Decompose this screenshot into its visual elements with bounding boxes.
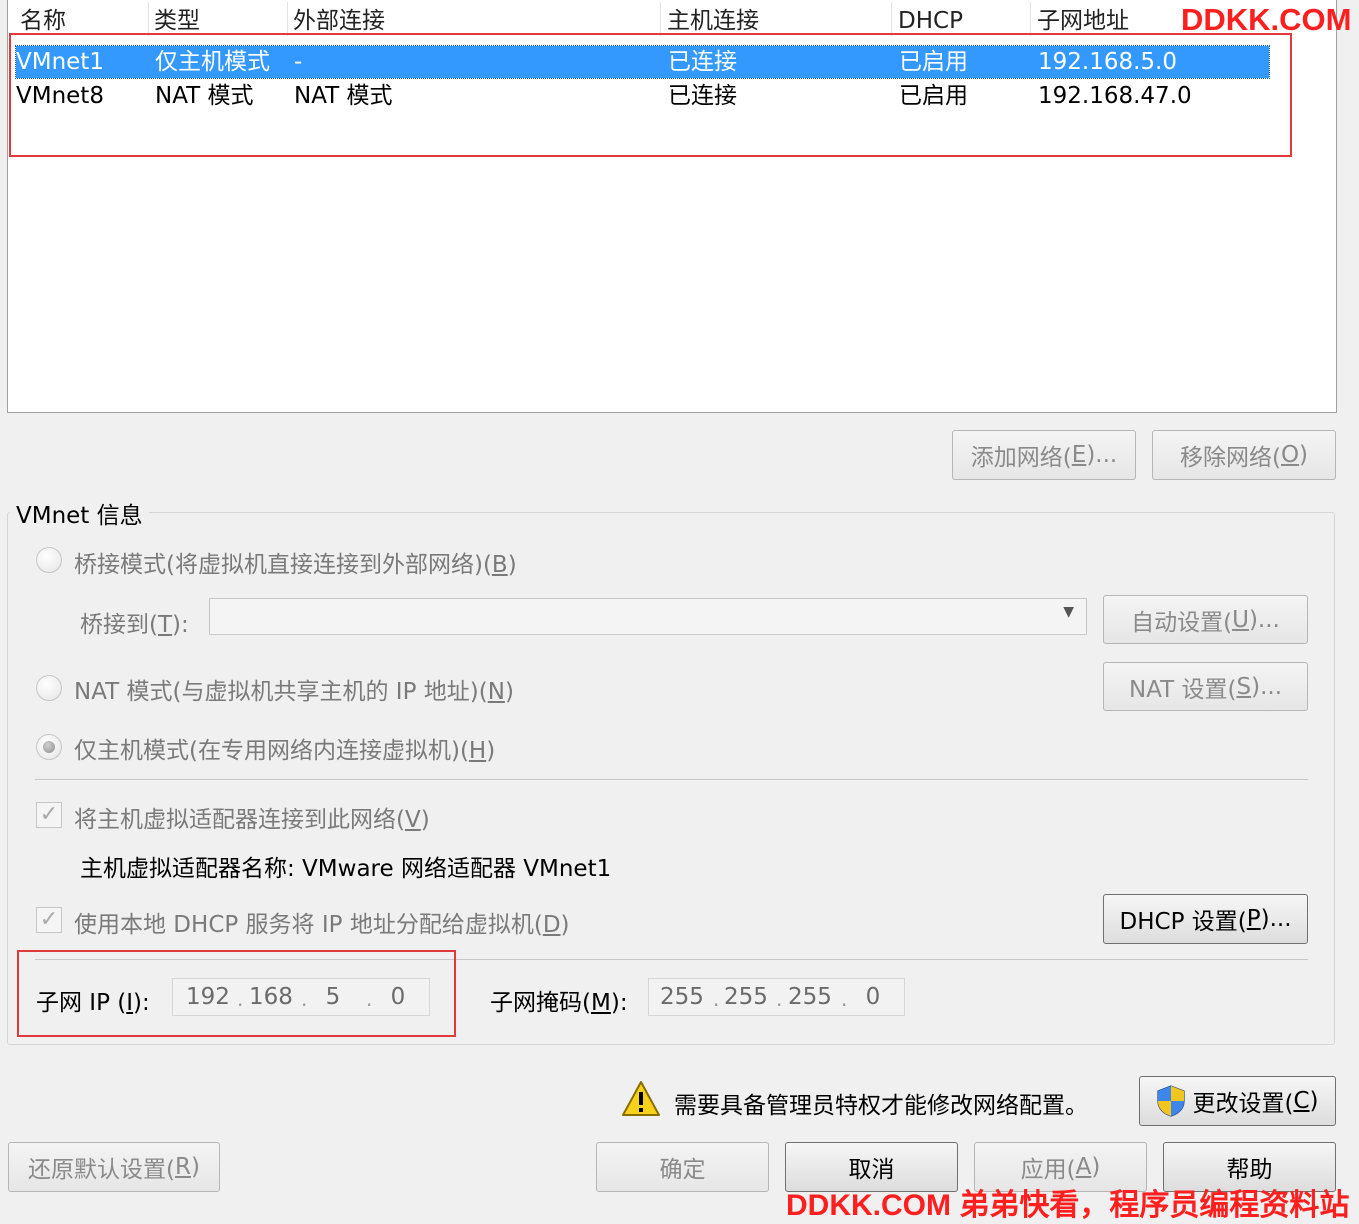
mask-dot: . — [776, 987, 783, 1011]
host-only-label: 仅主机模式(在专用网络内连接虚拟机)(H) — [74, 738, 496, 764]
vmnet-info-title: VMnet 信息 — [10, 496, 149, 530]
use-dhcp-checkbox[interactable]: ✓ — [36, 907, 62, 933]
mask-dot: . — [713, 987, 720, 1011]
annotation-box-subnet-ip — [17, 950, 456, 1037]
mask-octet[interactable]: 255 — [788, 981, 832, 1013]
mask-octet[interactable]: 255 — [660, 981, 704, 1013]
auto-settings-button[interactable]: 自动设置(U)... — [1103, 595, 1308, 644]
watermark-top: DDKK.COM — [1181, 2, 1352, 37]
bridged-radio[interactable] — [36, 547, 62, 573]
nat-settings-button[interactable]: NAT 设置(S)... — [1103, 662, 1308, 711]
nat-label: NAT 模式(与虚拟机共享主机的 IP 地址)(N) — [74, 679, 514, 705]
column-divider[interactable] — [1030, 2, 1031, 36]
change-settings-button[interactable]: 更改设置(C) — [1139, 1076, 1336, 1126]
connect-adapter-checkbox[interactable]: ✓ — [36, 802, 62, 828]
column-divider[interactable] — [287, 2, 288, 36]
watermark-bottom: DDKK.COM 弟弟快看，程序员编程资料站 — [786, 1189, 1350, 1222]
nat-radio[interactable] — [36, 675, 62, 701]
adapter-name-text: 主机虚拟适配器名称: VMware 网络适配器 VMnet1 — [80, 856, 612, 882]
mask-octet[interactable]: 0 — [853, 981, 893, 1013]
mask-dot: . — [841, 987, 848, 1011]
bridged-label: 桥接模式(将虚拟机直接连接到外部网络)(B) — [74, 552, 517, 578]
admin-warning-text: 需要具备管理员特权才能修改网络配置。 — [674, 1093, 1088, 1119]
subnet-mask-label: 子网掩码(M): — [490, 990, 628, 1016]
remove-network-button[interactable]: 移除网络(O) — [1152, 430, 1336, 480]
warning-icon — [622, 1081, 660, 1116]
restore-defaults-button[interactable]: 还原默认设置(R) — [8, 1142, 220, 1192]
ok-button[interactable]: 确定 — [596, 1142, 769, 1192]
bridge-to-select[interactable]: ▼ — [209, 598, 1087, 635]
annotation-box-list — [9, 33, 1292, 157]
subnet-mask-input[interactable]: 255 . 255 . 255 . 0 — [648, 978, 905, 1016]
add-network-button[interactable]: 添加网络(E)... — [952, 430, 1136, 480]
shield-icon — [1157, 1085, 1186, 1117]
host-only-radio[interactable] — [36, 734, 62, 760]
bridge-to-label: 桥接到(T): — [80, 612, 189, 638]
use-dhcp-label: 使用本地 DHCP 服务将 IP 地址分配给虚拟机(D) — [74, 912, 570, 938]
mask-octet[interactable]: 255 — [724, 981, 768, 1013]
chevron-down-icon: ▼ — [1063, 604, 1074, 620]
column-divider[interactable] — [148, 2, 149, 36]
dhcp-settings-button[interactable]: DHCP 设置(P)... — [1103, 894, 1308, 944]
connect-adapter-label: 将主机虚拟适配器连接到此网络(V) — [74, 807, 430, 833]
column-divider[interactable] — [660, 2, 661, 36]
column-divider[interactable] — [891, 2, 892, 36]
divider — [35, 779, 1308, 780]
